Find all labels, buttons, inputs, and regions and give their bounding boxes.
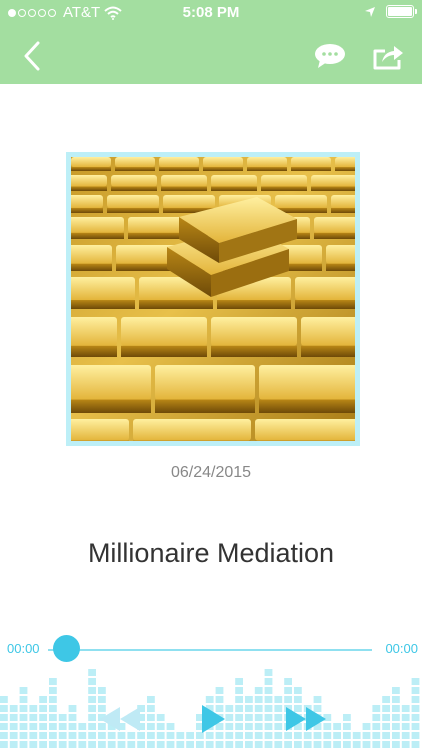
clock: 5:08 PM [182, 4, 240, 21]
episode-title: Millionaire Mediation [87, 538, 335, 568]
speech-bubble-icon [315, 44, 345, 68]
fast-forward-icon [286, 707, 326, 731]
play-button[interactable] [196, 701, 230, 737]
fast-forward-button[interactable] [284, 701, 328, 737]
share-button[interactable] [368, 36, 408, 76]
artwork-frame [66, 152, 360, 446]
status-bar: AT&T 5:08 PM [0, 0, 422, 26]
episode-date: 06/24/2015 [170, 464, 252, 481]
rewind-icon [100, 707, 140, 731]
elapsed-time: 00:00 [7, 641, 40, 656]
navigation-bar [0, 26, 422, 84]
battery-icon [386, 5, 417, 18]
gold-bars-image [71, 157, 355, 441]
audio-player: 00:00 00:00 [0, 615, 422, 750]
progress-track[interactable] [48, 649, 372, 651]
rewind-button[interactable] [98, 701, 142, 737]
comment-button[interactable] [310, 36, 350, 76]
share-icon [373, 46, 403, 70]
progress-knob[interactable] [53, 635, 80, 662]
total-time: 00:00 [385, 641, 418, 656]
play-icon [202, 705, 225, 733]
back-button[interactable] [12, 36, 52, 76]
chevron-left-icon [24, 41, 40, 71]
location-arrow-icon [365, 6, 375, 17]
status-right [364, 5, 417, 18]
